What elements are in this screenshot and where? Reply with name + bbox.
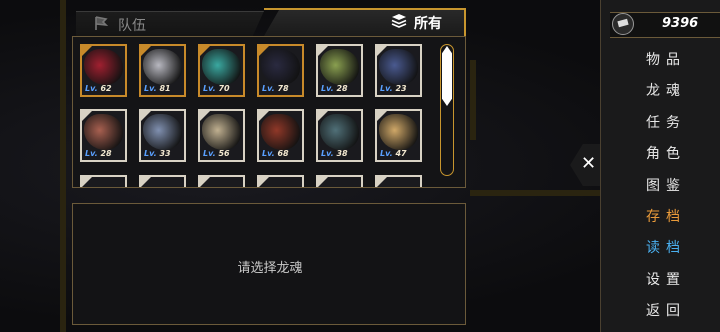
soul-level: Lv. 38: [321, 149, 348, 158]
soul-level: Lv. 62: [85, 84, 112, 93]
select-soul-prompt: 请选择龙魂: [237, 261, 303, 276]
close-icon[interactable]: ✕: [581, 153, 596, 174]
level-prefix: Lv.: [262, 84, 278, 93]
soul-card-partial[interactable]: [257, 175, 304, 187]
level-prefix: Lv.: [321, 84, 337, 93]
card-corner: [377, 111, 387, 121]
level-prefix: Lv.: [380, 149, 396, 158]
soul-card[interactable]: Lv. 70: [198, 44, 245, 97]
level-value: 78: [277, 84, 289, 93]
level-value: 81: [159, 84, 171, 93]
level-value: 28: [336, 84, 348, 93]
level-prefix: Lv.: [262, 149, 278, 158]
card-corner: [318, 46, 328, 56]
soul-card-partial[interactable]: [80, 175, 127, 187]
level-prefix: Lv.: [321, 149, 337, 158]
soul-card-partial[interactable]: [375, 175, 422, 187]
tab-all-label: 所有: [414, 16, 442, 32]
soul-card[interactable]: Lv. 28: [80, 109, 127, 162]
level-value: 23: [395, 84, 407, 93]
level-value: 38: [336, 149, 348, 158]
soul-level: Lv. 81: [144, 84, 171, 93]
layers-icon: [391, 14, 407, 28]
scrollbar-thumb[interactable]: [442, 46, 452, 106]
banner-icon: [95, 16, 109, 30]
level-value: 56: [218, 149, 230, 158]
level-value: 28: [100, 149, 112, 158]
soul-level: Lv. 56: [203, 149, 230, 158]
background-line: [470, 190, 600, 196]
soul-card[interactable]: Lv. 68: [257, 109, 304, 162]
card-corner: [318, 111, 328, 121]
menu-item[interactable]: 设置: [646, 269, 686, 289]
level-value: 62: [100, 84, 112, 93]
level-value: 70: [218, 84, 230, 93]
menu-item[interactable]: 返回: [646, 300, 686, 320]
soul-card[interactable]: Lv. 78: [257, 44, 304, 97]
soul-card[interactable]: Lv. 56: [198, 109, 245, 162]
soul-grid-panel: Lv. 62 Lv. 81 Lv. 70 Lv. 78 Lv. 28 Lv. 23 Lv. …: [72, 36, 466, 188]
soul-card[interactable]: Lv. 81: [139, 44, 186, 97]
level-prefix: Lv.: [144, 149, 160, 158]
currency-value: 9396: [662, 16, 699, 31]
soul-level: Lv. 28: [321, 84, 348, 93]
soul-level: Lv. 68: [262, 149, 289, 158]
level-prefix: Lv.: [85, 84, 101, 93]
soul-card[interactable]: Lv. 47: [375, 109, 422, 162]
menu-item[interactable]: 图鉴: [646, 175, 686, 195]
level-value: 47: [395, 149, 407, 158]
menu-item[interactable]: 读档: [646, 237, 686, 257]
soul-level: Lv. 28: [85, 149, 112, 158]
level-value: 68: [277, 149, 289, 158]
soul-card[interactable]: Lv. 62: [80, 44, 127, 97]
background-line: [470, 60, 476, 140]
card-corner: [82, 111, 92, 121]
soul-card-partial[interactable]: [316, 175, 363, 187]
soul-level: Lv. 70: [203, 84, 230, 93]
card-corner: [259, 46, 269, 56]
menu-item[interactable]: 龙魂: [646, 80, 686, 100]
card-corner: [200, 111, 210, 121]
card-corner: [200, 46, 210, 56]
soul-level: Lv. 47: [380, 149, 407, 158]
level-prefix: Lv.: [85, 149, 101, 158]
level-prefix: Lv.: [203, 149, 219, 158]
soul-level: Lv. 78: [262, 84, 289, 93]
menu-item[interactable]: 任务: [646, 112, 686, 132]
soul-level: Lv. 23: [380, 84, 407, 93]
soul-card-partial[interactable]: [139, 175, 186, 187]
tab-team-label: 队伍: [118, 18, 146, 34]
soul-card-partial[interactable]: [198, 175, 245, 187]
card-corner: [141, 46, 151, 56]
soul-card[interactable]: Lv. 23: [375, 44, 422, 97]
menu-item[interactable]: 角色: [646, 143, 686, 163]
menu-item[interactable]: 物品: [646, 49, 686, 69]
level-prefix: Lv.: [144, 84, 160, 93]
soul-detail-panel: 请选择龙魂: [72, 203, 466, 325]
level-prefix: Lv.: [380, 84, 396, 93]
card-corner: [141, 111, 151, 121]
card-corner: [259, 111, 269, 121]
card-corner: [82, 46, 92, 56]
menu-item[interactable]: 存档: [646, 206, 686, 226]
level-value: 33: [159, 149, 171, 158]
coin-icon: [612, 13, 634, 35]
card-corner: [377, 46, 387, 56]
soul-card[interactable]: Lv. 28: [316, 44, 363, 97]
soul-card[interactable]: Lv. 38: [316, 109, 363, 162]
soul-level: Lv. 33: [144, 149, 171, 158]
background-line: [60, 0, 66, 332]
level-prefix: Lv.: [203, 84, 219, 93]
soul-card[interactable]: Lv. 33: [139, 109, 186, 162]
